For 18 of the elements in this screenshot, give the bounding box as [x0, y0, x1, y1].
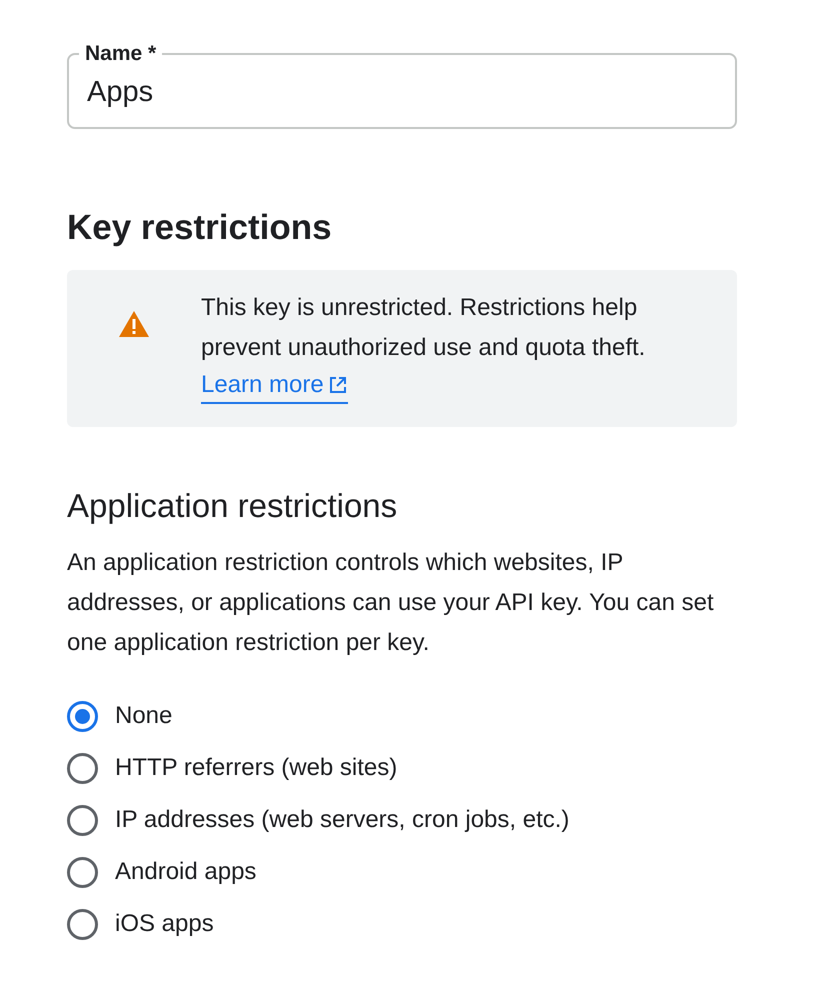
section-heading: Key restrictions: [67, 207, 333, 249]
radio-button[interactable]: [67, 856, 98, 888]
radio-button[interactable]: [67, 752, 98, 784]
radio-label: None: [115, 701, 172, 731]
external-link-icon: [328, 375, 348, 395]
field-value: Apps: [87, 75, 154, 110]
radio-label: IP addresses (web servers, cron jobs, etc.): [115, 805, 570, 835]
warning-text: This key is unrestricted. Restrictions help prevent unauthorized use and quota theft.: [201, 293, 646, 363]
radio-button[interactable]: [67, 700, 98, 732]
radio-label: iOS apps: [115, 909, 214, 939]
description-text: An application restriction controls which websites, IP addresses, or applications can use your API key. You can set one application restriction per key.: [67, 548, 715, 658]
radio-button[interactable]: [67, 804, 98, 836]
radio-button[interactable]: [67, 908, 98, 940]
section-heading: Application restrictions: [67, 486, 398, 526]
radio-label: Android apps: [115, 857, 256, 887]
warning-icon: [118, 310, 150, 338]
learn-more-link[interactable]: Learn more: [201, 368, 348, 404]
radio-label: HTTP referrers (web sites): [115, 753, 398, 783]
